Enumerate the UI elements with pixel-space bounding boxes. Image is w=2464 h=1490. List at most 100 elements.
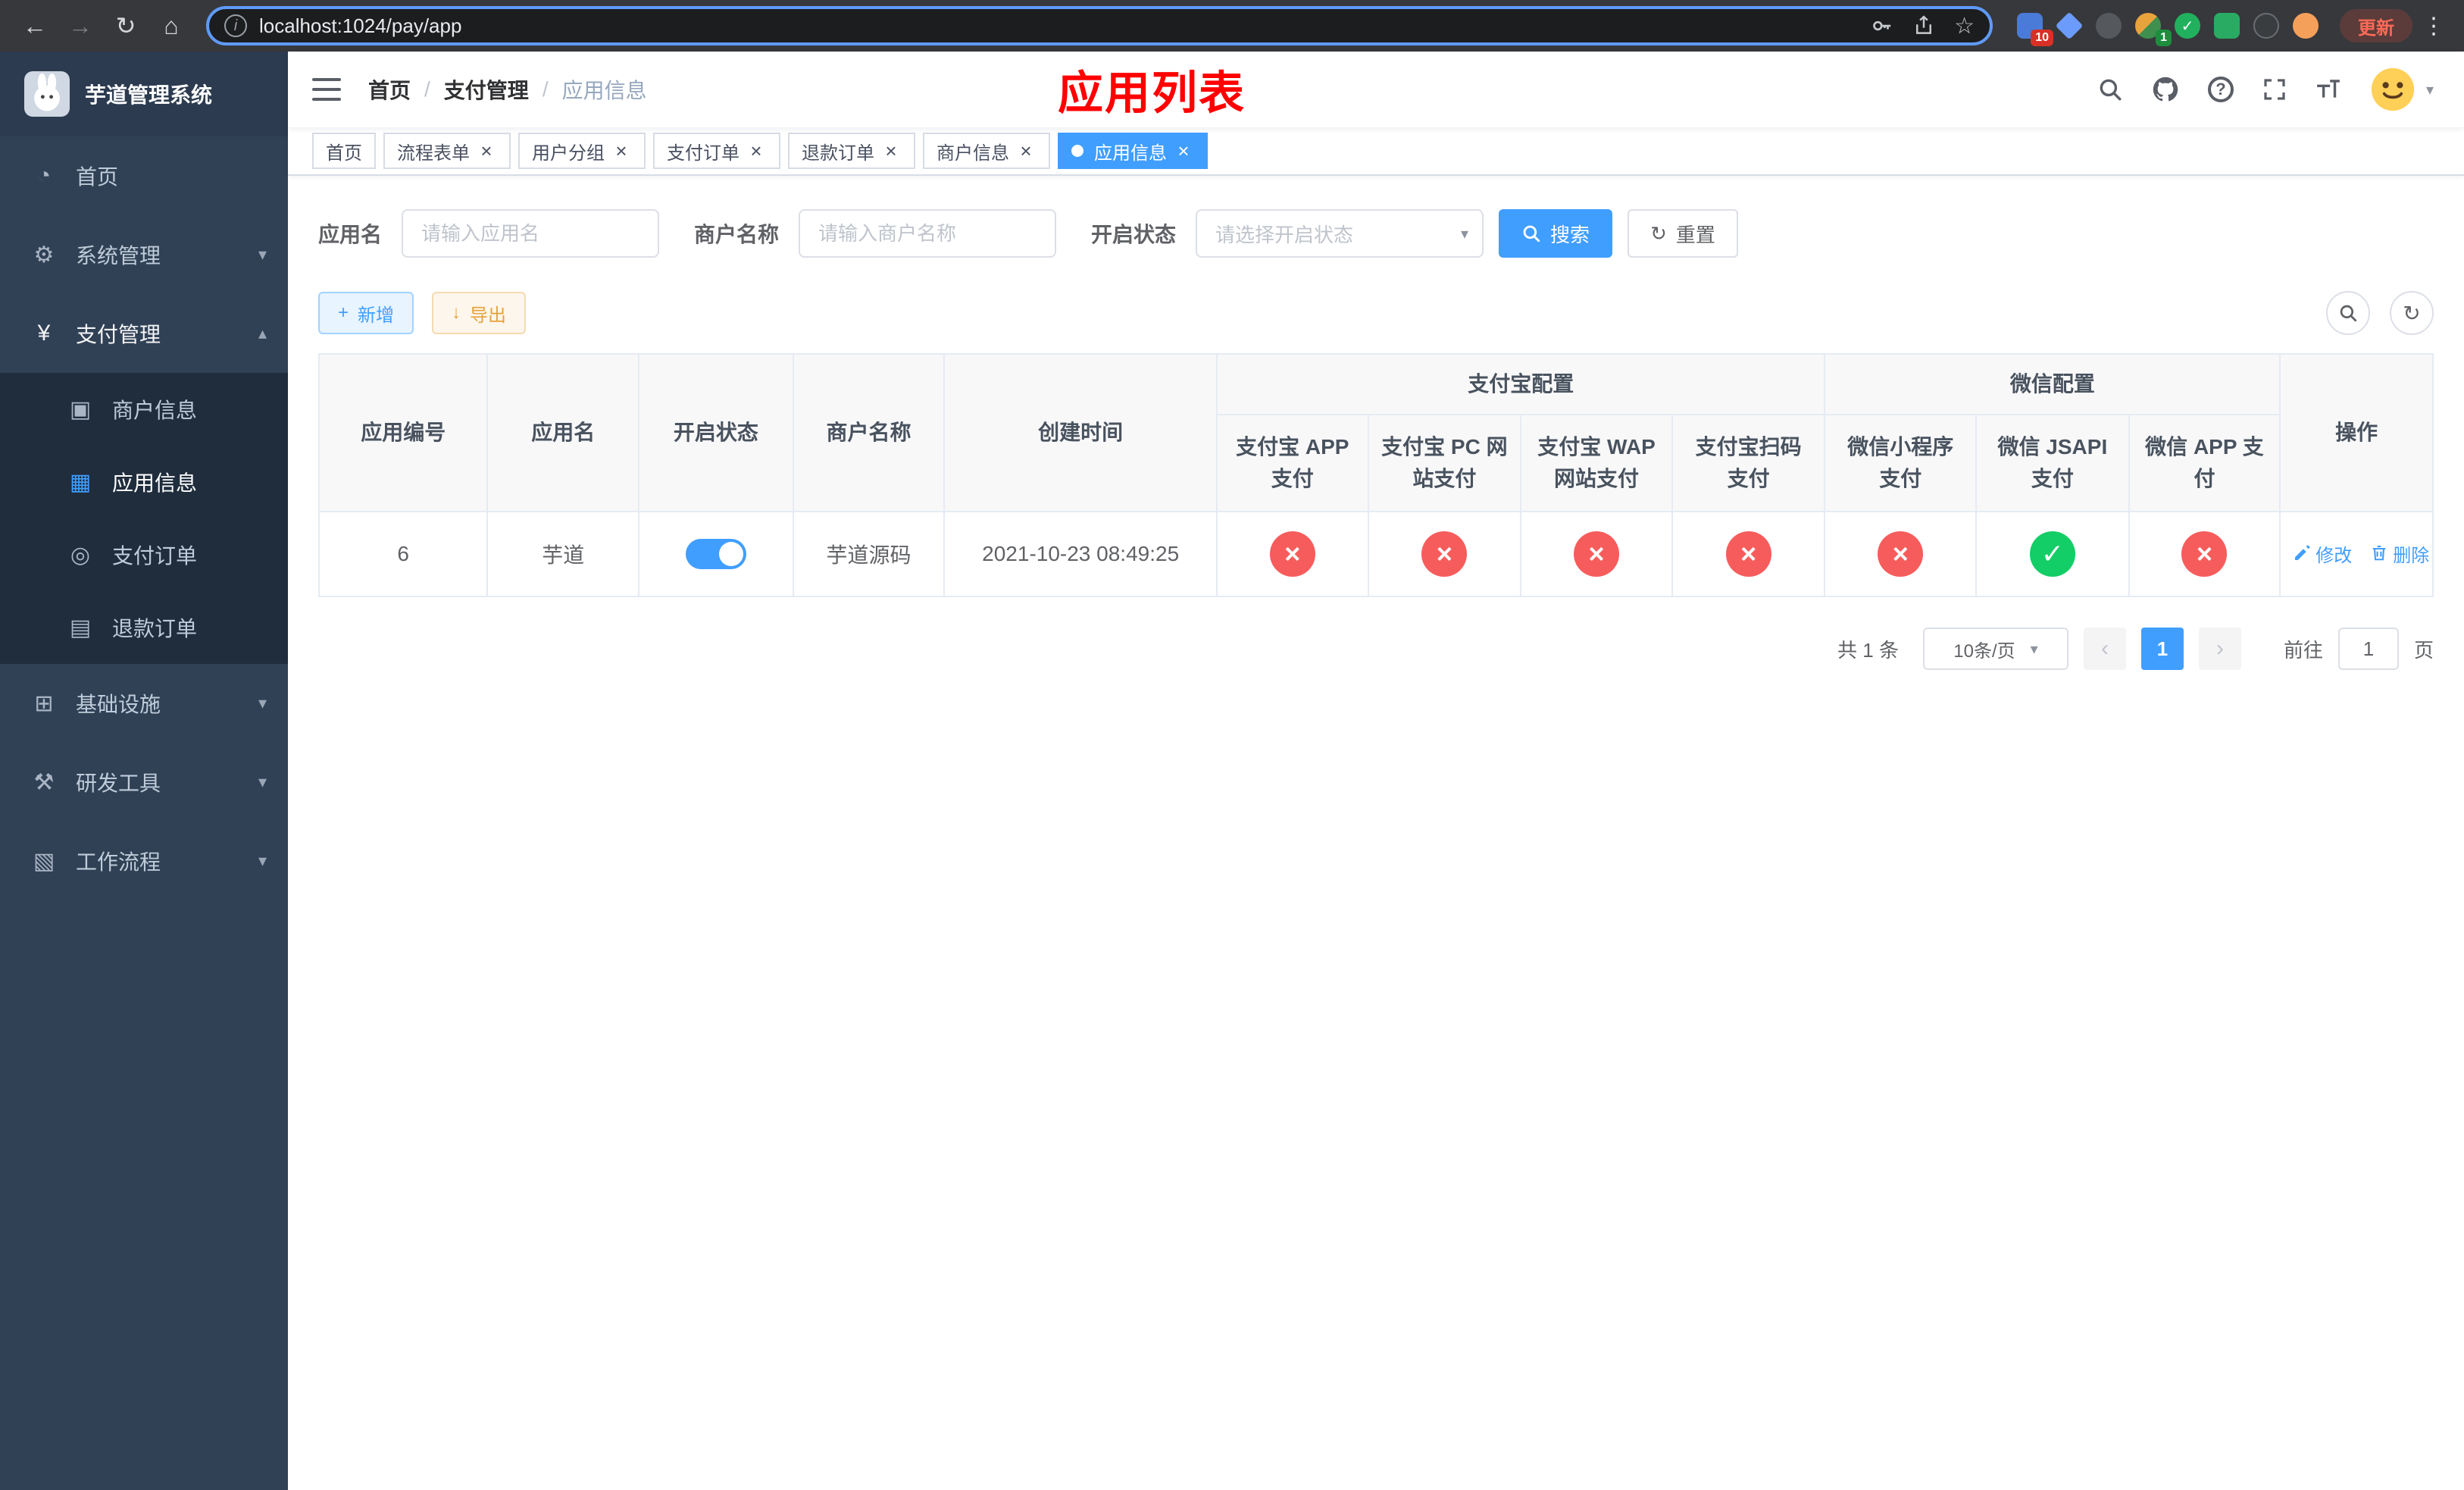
- browser-menu-icon[interactable]: ⋮: [2419, 13, 2449, 39]
- cell-alipay-wap: ×: [1520, 511, 1673, 597]
- extension-icon-8[interactable]: [2293, 13, 2319, 39]
- url-text[interactable]: localhost:1024/pay/app: [259, 14, 1859, 38]
- sidebar-item-workflow[interactable]: ▧ 工作流程 ▾: [0, 822, 288, 900]
- reset-button[interactable]: ↻ 重置: [1628, 209, 1738, 258]
- github-icon[interactable]: [2152, 76, 2179, 103]
- extension-icon-3[interactable]: [2096, 13, 2122, 39]
- avatar-image: [2371, 67, 2415, 111]
- add-button[interactable]: + 新增: [318, 292, 414, 334]
- sidebar-item-label: 支付管理: [76, 323, 161, 346]
- close-icon[interactable]: ×: [880, 139, 902, 162]
- fullscreen-icon[interactable]: [2262, 77, 2287, 102]
- col-app-id: 应用编号: [317, 353, 489, 512]
- sidebar-item-system[interactable]: ⚙ 系统管理 ▾: [0, 215, 288, 294]
- page-size-value: 10条/页: [1953, 640, 2015, 662]
- search-icon[interactable]: [2097, 77, 2123, 102]
- next-page-button[interactable]: ›: [2198, 628, 2241, 670]
- yen-icon: ¥: [37, 321, 51, 346]
- main-area: 首页 / 支付管理 / 应用信息 应用列表 ? ▾ 首页 流程表单 × 用户分组…: [288, 52, 2464, 1490]
- user-avatar[interactable]: ▾: [2370, 67, 2434, 112]
- sidebar-item-refund-order[interactable]: ▤ 退款订单: [0, 591, 288, 664]
- forward-button[interactable]: →: [61, 6, 100, 45]
- card-icon: ▣: [69, 396, 92, 422]
- chevron-down-icon: ▾: [2425, 81, 2434, 99]
- extension-icon-1[interactable]: 10: [2017, 13, 2053, 46]
- button-label: 修改: [2315, 545, 2353, 566]
- app-name-input[interactable]: [402, 209, 660, 258]
- workflow-icon: ▧: [33, 848, 55, 874]
- prev-page-button[interactable]: ‹: [2083, 628, 2126, 670]
- sidebar-item-merchant-info[interactable]: ▣ 商户信息: [0, 373, 288, 446]
- breadcrumb: 首页 / 支付管理 / 应用信息: [368, 74, 647, 105]
- trash-icon: [2373, 546, 2386, 561]
- app-logo[interactable]: 芋道管理系统: [0, 52, 288, 136]
- edit-button[interactable]: 修改: [2293, 540, 2352, 567]
- col-operations: 操作: [2279, 353, 2434, 512]
- status-select[interactable]: 请选择开启状态 ▾: [1196, 209, 1484, 258]
- help-icon[interactable]: ?: [2207, 77, 2234, 102]
- goto-page-input[interactable]: [2337, 628, 2399, 670]
- refresh-table-button[interactable]: ↻: [2390, 291, 2434, 335]
- chevron-down-icon: ▾: [2030, 640, 2038, 658]
- sidebar-item-payment[interactable]: ¥ 支付管理 ▴: [0, 294, 288, 373]
- font-size-icon[interactable]: [2315, 77, 2341, 102]
- page-1-button[interactable]: 1: [2140, 628, 2184, 670]
- close-icon[interactable]: ×: [476, 139, 497, 162]
- delete-button[interactable]: 删除: [2370, 540, 2429, 567]
- sidebar-toggle-icon[interactable]: [312, 78, 341, 101]
- goto-label: 前往: [2283, 638, 2323, 662]
- toggle-search-button[interactable]: [2326, 291, 2370, 335]
- browser-home-button[interactable]: ⌂: [152, 6, 191, 45]
- sidebar-item-infrastructure[interactable]: ⊞ 基础设施 ▾: [0, 664, 288, 743]
- chrome-update-button[interactable]: 更新: [2340, 9, 2412, 42]
- close-icon[interactable]: ×: [611, 139, 632, 162]
- site-info-icon[interactable]: i: [224, 14, 247, 37]
- breadcrumb-payment[interactable]: 支付管理: [444, 74, 529, 105]
- breadcrumb-home[interactable]: 首页: [368, 74, 411, 105]
- extension-icon-2[interactable]: [2055, 11, 2084, 40]
- tab-app-info[interactable]: 应用信息 ×: [1058, 133, 1208, 169]
- back-button[interactable]: ←: [15, 6, 55, 45]
- sidebar: 芋道管理系统 ◔ 首页 ⚙ 系统管理 ▾ ¥ 支付管理 ▴ ▣ 商户信息 ▦ 应…: [0, 52, 288, 1490]
- tab-merchant-info[interactable]: 商户信息 ×: [923, 133, 1050, 169]
- sidebar-item-label: 基础设施: [76, 693, 161, 716]
- status-toggle[interactable]: [685, 539, 746, 569]
- password-key-icon[interactable]: [1871, 14, 1893, 37]
- col-group-wechat: 微信配置: [1824, 353, 2281, 415]
- sidebar-item-pay-order[interactable]: ◎ 支付订单: [0, 518, 288, 591]
- page-size-select[interactable]: 10条/页 ▾: [1922, 628, 2068, 670]
- tab-pay-order[interactable]: 支付订单 ×: [653, 133, 780, 169]
- extension-icon-6[interactable]: [2214, 13, 2240, 39]
- tab-refund-order[interactable]: 退款订单 ×: [788, 133, 915, 169]
- share-icon[interactable]: [1913, 15, 1934, 36]
- grid-icon: ▦: [69, 469, 92, 495]
- search-button[interactable]: 搜索: [1499, 209, 1613, 258]
- close-icon[interactable]: ×: [746, 139, 767, 162]
- extension-icon-4[interactable]: 1: [2135, 13, 2172, 46]
- search-icon: [1523, 225, 1540, 243]
- tab-user-group[interactable]: 用户分组 ×: [518, 133, 646, 169]
- close-icon[interactable]: ×: [1173, 139, 1194, 162]
- merchant-name-input[interactable]: [799, 209, 1057, 258]
- bookmark-star-icon[interactable]: ☆: [1954, 13, 1975, 39]
- sidebar-item-home[interactable]: ◔ 首页: [0, 136, 288, 215]
- url-bar[interactable]: i localhost:1024/pay/app ☆: [206, 6, 1993, 45]
- button-label: 删除: [2393, 545, 2430, 566]
- pencil-icon: [2295, 545, 2310, 561]
- close-icon[interactable]: ×: [1015, 139, 1037, 162]
- sidebar-item-dev-tools[interactable]: ⚒ 研发工具 ▾: [0, 743, 288, 822]
- app-table: 应用编号 应用名 开启状态 商户名称 创建时间 支付宝配置 微信配置 操作 支付…: [317, 353, 2434, 597]
- sidebar-item-app-info[interactable]: ▦ 应用信息: [0, 446, 288, 518]
- check-status-icon: ✓: [2029, 531, 2075, 577]
- extension-badge: 10: [2031, 30, 2053, 46]
- search-icon: [2340, 305, 2357, 322]
- export-button[interactable]: ↓ 导出: [432, 292, 527, 334]
- reload-button[interactable]: ↻: [106, 6, 145, 45]
- tab-process-form[interactable]: 流程表单 ×: [383, 133, 511, 169]
- chevron-right-icon: ›: [2215, 636, 2224, 661]
- cell-app-name: 芋道: [486, 511, 640, 597]
- extension-icon-5[interactable]: ✓: [2175, 13, 2200, 39]
- refresh-icon: ↻: [2403, 301, 2421, 325]
- extension-pin-icon[interactable]: [2253, 13, 2279, 39]
- tab-home[interactable]: 首页: [312, 133, 376, 169]
